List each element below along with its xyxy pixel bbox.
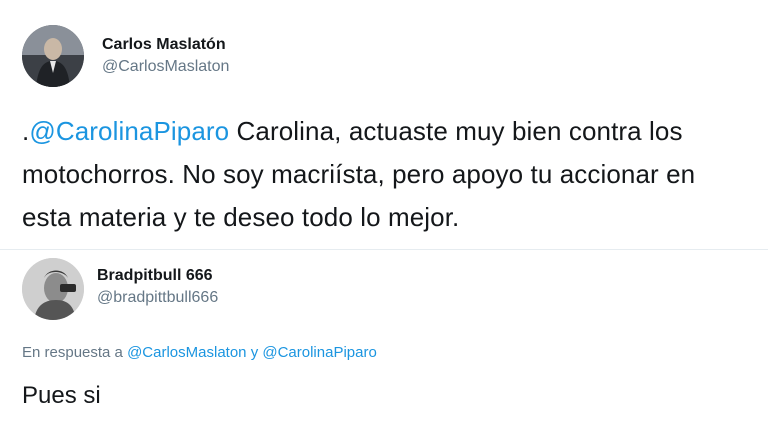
main-tweet: Carlos Maslatón @CarlosMaslaton .@Caroli…: [0, 0, 768, 250]
reply-author-avatar[interactable]: [22, 258, 84, 320]
author-display-name[interactable]: Carlos Maslatón: [102, 35, 229, 55]
reply-author-info: Bradpitbull 666 @bradpittbull666: [97, 266, 218, 308]
author-info: Carlos Maslatón @CarlosMaslaton: [102, 35, 229, 77]
author-avatar[interactable]: [22, 25, 84, 87]
reply-text: Pues si: [22, 382, 101, 409]
tweet-text: .@CarolinaPiparo Carolina, actuaste muy …: [22, 110, 752, 239]
reply-context-prefix: En respuesta a: [22, 344, 123, 361]
reply-author-display-name[interactable]: Bradpitbull 666: [97, 266, 218, 286]
profile-photo-icon: [22, 25, 84, 87]
reply-context-joiner: y: [250, 344, 259, 361]
reply-context-mention-1[interactable]: @CarlosMaslaton: [127, 344, 246, 361]
reply-context-mention-2[interactable]: @CarolinaPiparo: [262, 344, 376, 361]
mention-link[interactable]: @CarolinaPiparo: [29, 116, 229, 146]
author-handle[interactable]: @CarlosMaslaton: [102, 57, 229, 77]
reply-tweet: Bradpitbull 666 @bradpittbull666 En resp…: [0, 250, 768, 432]
reply-author-handle[interactable]: @bradpittbull666: [97, 288, 218, 308]
reply-context: En respuesta a @CarlosMaslaton y @Caroli…: [22, 343, 377, 363]
profile-photo-icon: [22, 258, 84, 320]
